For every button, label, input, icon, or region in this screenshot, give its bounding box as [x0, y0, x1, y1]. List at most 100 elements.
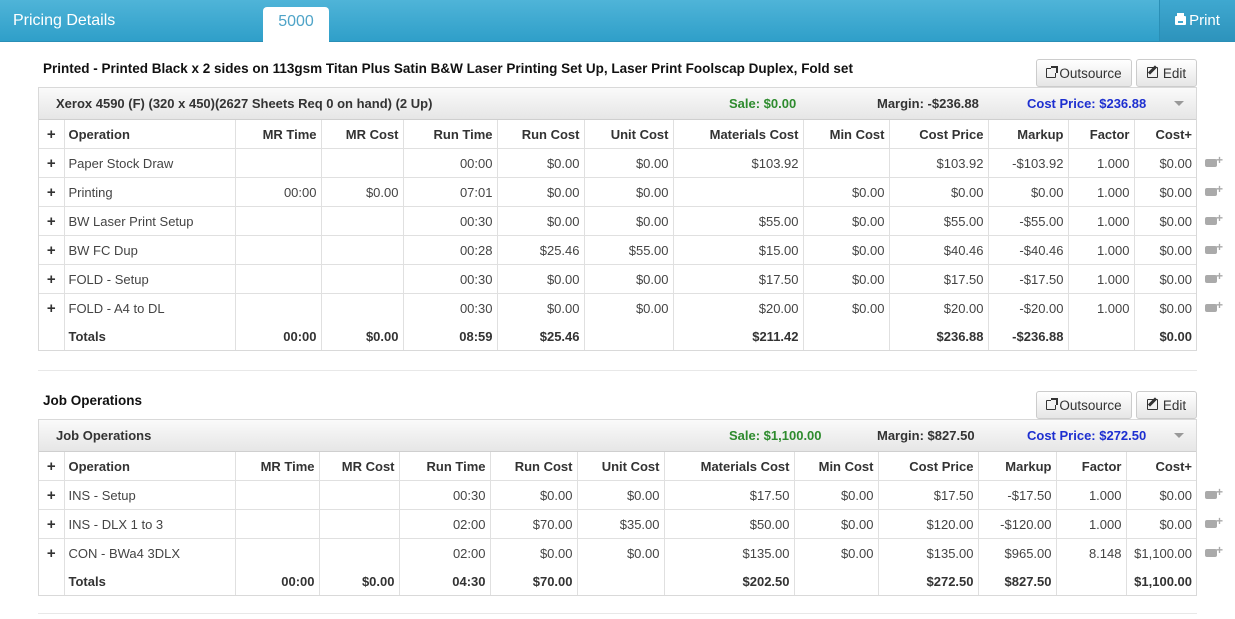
add-comment-icon[interactable]	[1205, 298, 1223, 312]
col-cost-plus: Cost+	[1134, 120, 1196, 149]
add-comment-icon[interactable]	[1205, 153, 1223, 167]
table-body: + INS - Setup 00:30 $0.00 $0.00 $17.50 $0.00 $1…	[39, 480, 1196, 567]
edit-button[interactable]: Edit	[1136, 59, 1197, 87]
table-cell: $0.00	[497, 206, 585, 236]
table-cell: $965.00	[978, 538, 1057, 567]
total-cell	[1056, 567, 1127, 595]
table-cell	[235, 148, 322, 178]
table-cell: $17.50	[673, 264, 804, 294]
table-cell: $0.00	[490, 538, 578, 567]
table-cell: $17.50	[878, 480, 979, 510]
table-cell: 00:30	[399, 480, 491, 510]
table-row[interactable]: + FOLD - Setup 00:30 $0.00 $0.00 $17.50 $0.00 $…	[39, 264, 1196, 294]
total-cell: -$236.88	[988, 322, 1069, 350]
add-comment-icon[interactable]	[1205, 211, 1223, 225]
external-link-icon	[1046, 398, 1059, 410]
operation-name: BW Laser Print Setup	[64, 206, 236, 236]
panel-header[interactable]: Xerox 4590 (F) (320 x 450)(2627 Sheets R…	[39, 88, 1196, 120]
operations-table: + Operation MR Time MR Cost Run Time Run…	[39, 120, 1196, 350]
col-unit-cost: Unit Cost	[577, 452, 665, 481]
add-comment-icon[interactable]	[1205, 485, 1223, 499]
table-cell: $0.00	[1134, 206, 1196, 236]
table-cell: $0.00	[1159, 300, 1192, 316]
col-factor: Factor	[1068, 120, 1135, 149]
add-comment-icon[interactable]	[1205, 182, 1223, 196]
table-cell: $35.00	[577, 509, 665, 539]
operation-name: CON - BWa4 3DLX	[64, 538, 236, 567]
add-comment-icon[interactable]	[1205, 269, 1223, 283]
table-cell: 1.000	[1056, 480, 1127, 510]
operation-name: INS - Setup	[64, 480, 236, 510]
table-cell: $17.50	[889, 264, 989, 294]
table-cell: $0.00	[584, 293, 674, 322]
tab-quantity[interactable]: 5000	[263, 7, 329, 42]
table-cell	[803, 148, 890, 178]
table-cell: $0.00	[1134, 177, 1196, 207]
expand-all-icon[interactable]: +	[39, 120, 65, 149]
col-cost-price: Cost Price	[878, 452, 979, 481]
table-row[interactable]: + BW FC Dup 00:28 $25.46 $55.00 $15.00 $0.00 $4…	[39, 235, 1196, 265]
table-row[interactable]: + INS - Setup 00:30 $0.00 $0.00 $17.50 $0.00 $1…	[39, 480, 1196, 510]
external-link-icon	[1046, 66, 1059, 78]
chevron-down-icon[interactable]	[1174, 433, 1184, 438]
operation-name: INS - DLX 1 to 3	[64, 509, 236, 539]
table-row[interactable]: + Printing 00:00 $0.00 07:01 $0.00 $0.00 $0.00 $…	[39, 177, 1196, 207]
table-cell: $0.00	[1126, 480, 1196, 510]
add-comment-icon[interactable]	[1205, 514, 1223, 528]
expand-row-icon[interactable]: +	[39, 206, 65, 236]
table-row[interactable]: + FOLD - A4 to DL 00:30 $0.00 $0.00 $20.00 $0.…	[39, 293, 1196, 322]
table-cell	[319, 480, 400, 510]
table-cell: $103.92	[673, 148, 804, 178]
expand-row-icon[interactable]: +	[39, 148, 65, 178]
table-cell: $135.00	[664, 538, 795, 567]
total-cell	[803, 322, 890, 350]
table-cell: 00:30	[403, 206, 498, 236]
margin-value: Margin: -$236.88	[877, 96, 979, 111]
expand-row-icon[interactable]: +	[39, 177, 65, 207]
table-cell: -$103.92	[988, 148, 1069, 178]
totals-row: Totals 00:00 $0.00 04:30 $70.00 $202.50 …	[39, 567, 1196, 595]
expand-row-icon[interactable]: +	[39, 480, 65, 510]
table-cell	[235, 480, 320, 510]
totals-label: Totals	[64, 567, 236, 595]
table-cell: $135.00	[878, 538, 979, 567]
table-cell: $0.00	[794, 509, 879, 539]
table-cell	[235, 264, 322, 294]
panel-header[interactable]: Job Operations Sale: $1,100.00 Margin: $…	[39, 420, 1196, 452]
outsource-button[interactable]: Outsource	[1036, 59, 1132, 87]
add-comment-icon[interactable]	[1205, 240, 1223, 254]
table-cell: $0.00	[1134, 235, 1196, 265]
table-row[interactable]: + CON - BWa4 3DLX 02:00 $0.00 $0.00 $135.00 $0…	[39, 538, 1196, 567]
print-button[interactable]: Print	[1159, 0, 1235, 41]
edit-button[interactable]: Edit	[1136, 391, 1197, 419]
table-cell	[319, 509, 400, 539]
expand-row-icon[interactable]: +	[39, 264, 65, 294]
table-body: + Paper Stock Draw 00:00 $0.00 $0.00 $103.92 $…	[39, 148, 1196, 322]
expand-row-icon[interactable]: +	[39, 293, 65, 322]
table-cell: $20.00	[889, 293, 989, 322]
outsource-button[interactable]: Outsource	[1036, 391, 1132, 419]
col-mr-time: MR Time	[235, 452, 320, 481]
table-cell: $103.92	[889, 148, 989, 178]
table-row[interactable]: + BW Laser Print Setup 00:30 $0.00 $0.00 $55.…	[39, 206, 1196, 236]
table-cell: $0.00	[584, 206, 674, 236]
expand-row-icon[interactable]: +	[39, 235, 65, 265]
table-row[interactable]: + Paper Stock Draw 00:00 $0.00 $0.00 $103.92 $…	[39, 148, 1196, 178]
edit-icon	[1146, 67, 1158, 78]
table-cell: 8.148	[1056, 538, 1127, 567]
add-comment-icon[interactable]	[1205, 543, 1223, 557]
cost-price-value: Cost Price: $236.88	[1027, 96, 1147, 111]
total-cell: $0.00	[1159, 328, 1192, 344]
expand-all-icon[interactable]: +	[39, 452, 65, 481]
print-label: Print	[1189, 12, 1220, 29]
expand-row-icon[interactable]: +	[39, 509, 65, 539]
table-cell: 1.000	[1068, 293, 1135, 322]
chevron-down-icon[interactable]	[1174, 101, 1184, 106]
table-cell: $1,100.00	[1134, 545, 1192, 561]
section-title-job-operations: Job Operations	[43, 393, 143, 408]
expand-row-icon[interactable]: +	[39, 538, 65, 567]
col-markup: Markup	[978, 452, 1057, 481]
table-cell: $20.00	[673, 293, 804, 322]
table-row[interactable]: + INS - DLX 1 to 3 02:00 $70.00 $35.00 $50.00…	[39, 509, 1196, 539]
total-cell: $272.50	[878, 567, 979, 595]
